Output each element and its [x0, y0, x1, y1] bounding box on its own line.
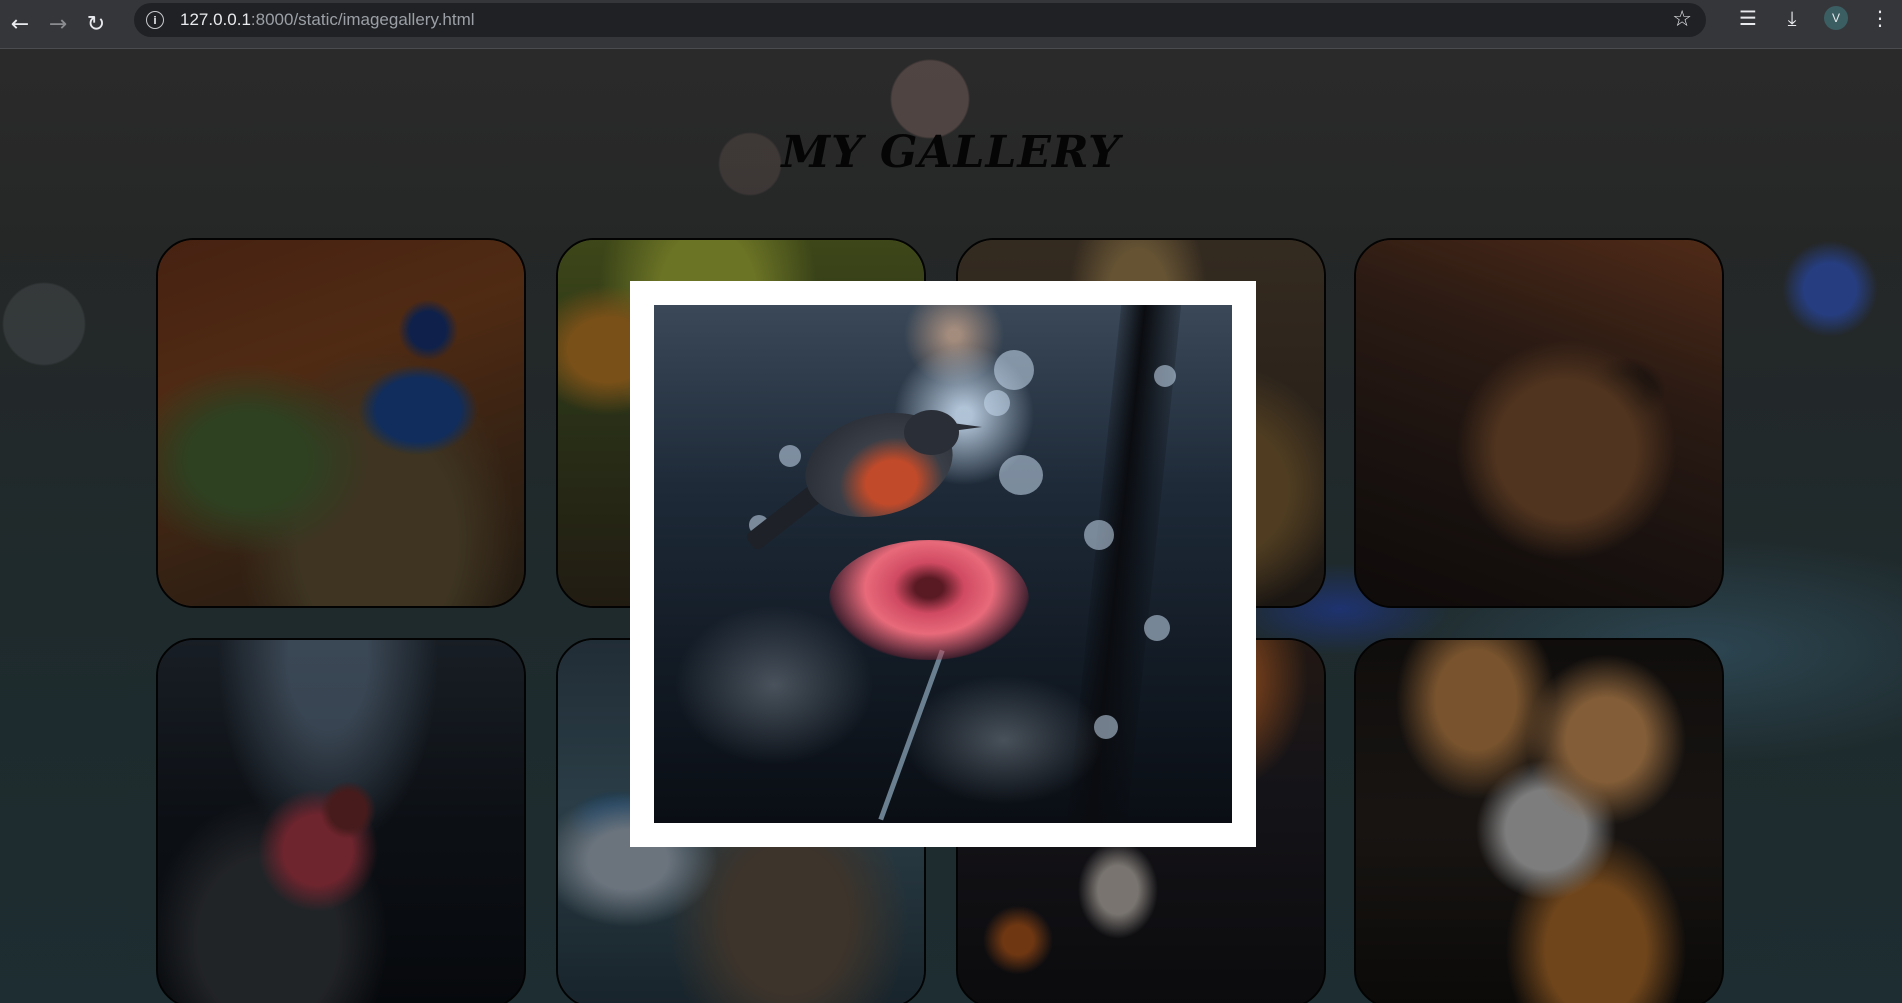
bokeh [999, 455, 1043, 495]
reload-icon[interactable]: ↻ [78, 6, 114, 42]
url-text[interactable]: 127.0.0.1:8000/static/imagegallery.html [180, 10, 475, 30]
page-title: MY GALLERY [781, 127, 1121, 178]
bookmark-star-icon[interactable]: ☆ [1672, 7, 1692, 32]
forward-icon[interactable]: → [40, 6, 76, 42]
fern-leaves [904, 675, 1104, 805]
lightbox-image[interactable] [654, 305, 1232, 823]
gallery-tile-robin[interactable] [1354, 238, 1724, 608]
bokeh [1084, 520, 1114, 550]
gallery-tile-peacock[interactable] [156, 238, 526, 608]
red-flower [829, 540, 1029, 660]
bird-beak [952, 423, 982, 431]
gallery-tile-splash[interactable] [1354, 638, 1724, 1003]
profile-avatar: V [1824, 6, 1848, 30]
gallery-page: MY GALLERY [0, 49, 1902, 1003]
gallery-tile-bird-on-flower[interactable] [156, 638, 526, 1003]
menu-kebab-icon[interactable]: ⋮ [1858, 0, 1902, 36]
bird-head [904, 410, 959, 455]
back-icon[interactable]: ← [2, 6, 38, 42]
bokeh [779, 445, 801, 467]
lightbox-frame[interactable] [630, 281, 1256, 847]
bokeh [984, 390, 1010, 416]
bokeh [1154, 365, 1176, 387]
profile-button[interactable]: V [1814, 0, 1858, 36]
site-info-icon[interactable]: i [146, 11, 164, 29]
media-queue-icon[interactable]: ☰ [1726, 0, 1770, 36]
browser-toolbar: ← → ↻ i 127.0.0.1:8000/static/imagegalle… [0, 0, 1902, 49]
download-icon[interactable]: ⤓ [1770, 0, 1814, 36]
bokeh [1144, 615, 1170, 641]
address-bar[interactable]: i 127.0.0.1:8000/static/imagegallery.htm… [134, 3, 1706, 37]
url-path: :8000/static/imagegallery.html [250, 10, 475, 29]
url-host: 127.0.0.1 [180, 10, 251, 29]
bokeh [994, 350, 1034, 390]
